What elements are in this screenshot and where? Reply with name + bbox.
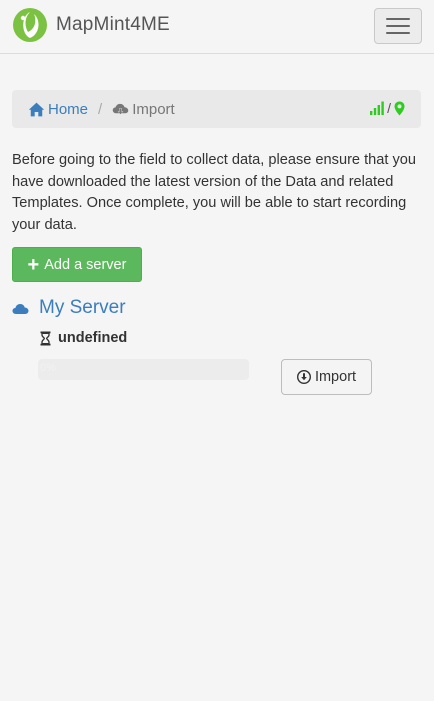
import-label: Import: [314, 369, 357, 385]
breadcrumb-current: Import: [112, 101, 175, 118]
cloud-icon: [12, 303, 29, 314]
mapmint-logo-icon: [13, 8, 47, 42]
hourglass-icon: [40, 331, 51, 345]
breadcrumb-home-link[interactable]: Home: [28, 101, 88, 118]
status-separator: /: [387, 100, 391, 116]
server-status: undefined: [40, 330, 127, 346]
brand[interactable]: MapMint4ME: [12, 7, 170, 43]
hamburger-line-icon: [386, 18, 410, 20]
home-icon: [28, 102, 45, 116]
download-circle-icon: [296, 370, 311, 384]
add-server-button[interactable]: + Add a server: [12, 247, 142, 282]
app-name: MapMint4ME: [56, 14, 170, 35]
import-progress-bar: 0%: [38, 359, 249, 380]
breadcrumb: Home / Import /: [12, 90, 421, 128]
plus-icon: +: [27, 253, 40, 276]
hamburger-line-icon: [386, 25, 410, 27]
connectivity-status: /: [370, 100, 405, 116]
hamburger-line-icon: [386, 32, 410, 34]
cloud-download-icon: [112, 103, 129, 115]
breadcrumb-current-label: Import: [132, 100, 175, 118]
map-marker-icon: [394, 101, 405, 115]
navbar: MapMint4ME: [0, 0, 434, 54]
add-server-label: Add a server: [44, 256, 127, 273]
breadcrumb-home-label: Home: [48, 100, 89, 118]
progress-text: 0%: [40, 362, 56, 374]
import-button[interactable]: Import: [281, 359, 372, 395]
signal-bars-icon: [370, 101, 384, 115]
breadcrumb-separator: /: [98, 100, 103, 118]
intro-text: Before going to the field to collect dat…: [12, 152, 417, 233]
server-title: My Server: [12, 297, 126, 319]
server-name: My Server: [39, 297, 126, 318]
server-status-text: undefined: [58, 330, 128, 346]
menu-toggle-button[interactable]: [374, 8, 422, 44]
